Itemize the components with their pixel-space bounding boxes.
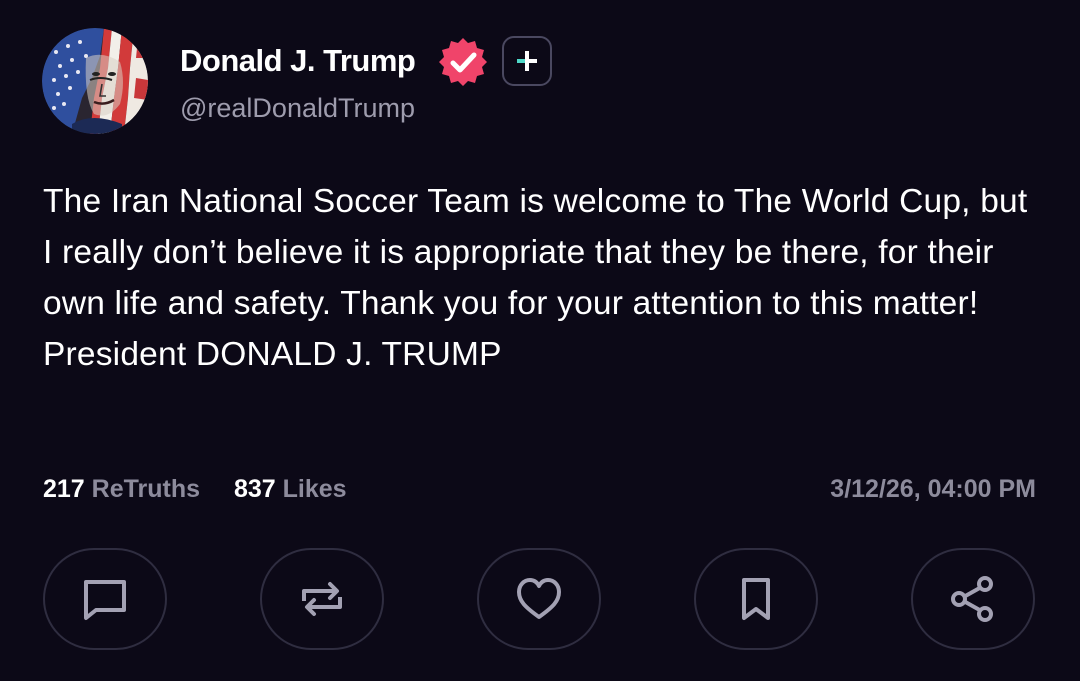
share-button[interactable] <box>911 548 1035 650</box>
bookmark-button[interactable] <box>694 548 818 650</box>
reply-button[interactable] <box>43 548 167 650</box>
repost-icon <box>302 582 342 616</box>
post-body: The Iran National Soccer Team is welcome… <box>43 183 1028 373</box>
user-handle[interactable]: @realDonaldTrump <box>180 91 415 125</box>
like-button[interactable] <box>477 548 601 650</box>
follow-button[interactable] <box>502 36 552 86</box>
display-name[interactable]: Donald J. Trump <box>180 42 416 80</box>
plus-icon <box>517 51 537 71</box>
comment-icon <box>84 580 126 620</box>
retruths-label: ReTruths <box>91 475 201 503</box>
likes-label: Likes <box>282 475 347 503</box>
avatar[interactable] <box>42 28 148 134</box>
post-stats: 217 ReTruths 837 Likes <box>43 472 347 506</box>
verified-badge-icon <box>437 36 489 88</box>
post-timestamp: 3/12/26, 04:00 PM <box>830 475 1036 503</box>
retruths-count: 217 <box>43 475 85 503</box>
retruth-button[interactable] <box>260 548 384 650</box>
likes-count: 837 <box>233 475 276 503</box>
likes-stat[interactable]: 837 Likes <box>227 475 347 503</box>
retruths-stat[interactable]: 217 ReTruths <box>43 475 207 503</box>
share-icon <box>951 576 993 622</box>
heart-icon <box>517 578 561 619</box>
bookmark-icon <box>742 578 770 620</box>
